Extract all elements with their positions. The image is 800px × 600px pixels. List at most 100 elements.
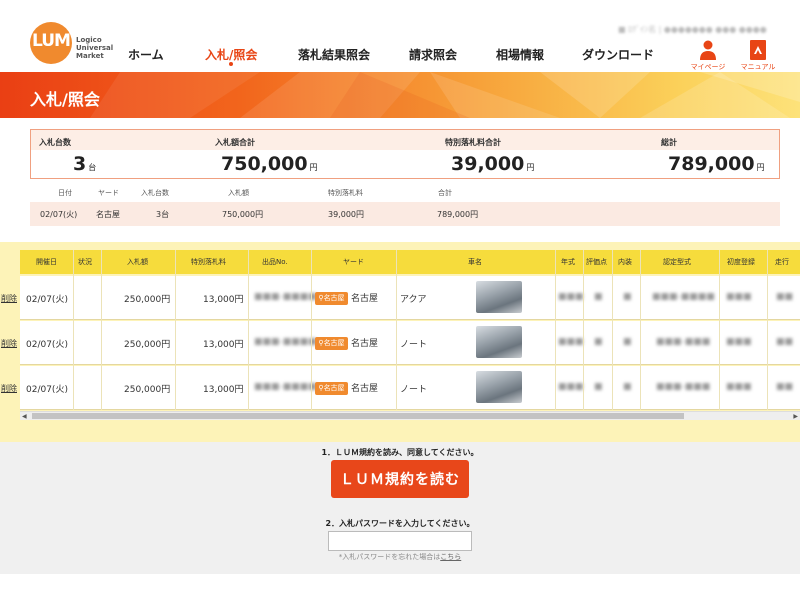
nav-download[interactable]: ダウンロード	[582, 46, 654, 63]
th-interior: 内装	[618, 258, 632, 266]
site-header: LUM Logico Universal Market ■ ﾛｸﾞｲﾝ名 | ●…	[0, 0, 800, 72]
detail-header-yard: ヤード	[98, 189, 119, 197]
row-fee: 13,000円	[203, 385, 244, 395]
th-first-reg: 初度登録	[727, 258, 755, 266]
detail-header-bid: 入札額	[228, 189, 249, 197]
summary-count-label: 入札台数	[39, 138, 71, 147]
delete-link[interactable]: 削除	[1, 338, 17, 349]
summary-count-value: 3台	[73, 153, 96, 175]
yard-badge-label: 名古屋	[323, 294, 345, 302]
scroll-left-arrow-icon[interactable]: ◀	[22, 413, 27, 420]
detail-header-total: 合計	[438, 189, 452, 197]
row-first-reg: ■■■	[726, 292, 752, 302]
yard-badge: ⚲名古屋	[315, 382, 348, 395]
page-title: 入札/照会	[30, 90, 100, 109]
row-score: ■	[594, 292, 603, 302]
step2-instruction: 2．入札パスワードを入力してください。	[325, 519, 475, 528]
row-car: ノート	[400, 340, 428, 350]
column-divider	[396, 250, 397, 410]
summary-special-total-label: 特別落札料合計	[445, 138, 501, 147]
row-date: 02/07(火)	[26, 295, 68, 305]
detail-row	[30, 202, 780, 226]
column-divider	[583, 250, 584, 410]
bid-summary: 入札台数 入札額合計 特別落札料合計 総計 3台 750,000 円 39,000…	[30, 129, 780, 179]
row-interior: ■	[623, 382, 632, 392]
row-interior: ■	[623, 292, 632, 302]
summary-bid-total-number: 750,000	[221, 153, 308, 175]
nav-market-info[interactable]: 相場情報	[496, 46, 544, 63]
detail-date: 02/07(火)	[40, 210, 78, 219]
bid-password-input[interactable]	[328, 531, 472, 551]
active-nav-indicator	[229, 62, 233, 66]
lum-logo[interactable]: LUM	[30, 22, 72, 64]
column-divider	[612, 250, 613, 410]
summary-special-total-value: 39,000 円	[451, 153, 534, 175]
scroll-right-arrow-icon[interactable]: ▶	[793, 413, 798, 420]
manual-book-icon	[750, 40, 766, 60]
manual-button[interactable]: マニュアル	[736, 40, 780, 72]
row-first-reg: ■■■	[726, 382, 752, 392]
delete-link[interactable]: 削除	[1, 293, 17, 304]
nav-bid-inquiry[interactable]: 入札/照会	[205, 46, 257, 63]
summary-special-total-number: 39,000	[451, 153, 525, 175]
row-yard: 名古屋	[351, 384, 379, 394]
detail-bid: 750,000円	[222, 210, 264, 219]
row-yard: 名古屋	[351, 339, 379, 349]
row-bid: 250,000円	[124, 385, 171, 395]
row-model: ■■■-■■■	[656, 382, 711, 392]
banner-pattern	[90, 72, 800, 118]
th-model: 認定型式	[663, 258, 691, 266]
th-year: 年式	[561, 258, 575, 266]
mypage-button[interactable]: マイページ	[686, 40, 730, 72]
row-fee: 13,000円	[203, 295, 244, 305]
nav-result-inquiry[interactable]: 落札結果照会	[298, 46, 370, 63]
logo-text-line2: Universal	[76, 44, 114, 52]
row-lot: ■■■-■■■■	[254, 382, 317, 392]
yard-badge: ⚲名古屋	[315, 292, 348, 305]
car-thumbnail[interactable]	[476, 281, 522, 313]
forgot-password-text: *入札パスワードを忘れた場合は	[338, 553, 441, 561]
summary-count-unit: 台	[88, 163, 97, 172]
row-year: ■■■	[558, 382, 584, 392]
summary-count-number: 3	[73, 153, 87, 175]
car-thumbnail[interactable]	[476, 326, 522, 358]
th-lot: 出品No.	[262, 258, 288, 266]
summary-grand-total-number: 789,000	[668, 153, 755, 175]
nav-billing-inquiry[interactable]: 請求照会	[409, 46, 457, 63]
table-horizontal-scrollbar[interactable]: ◀ ▶	[20, 411, 800, 420]
nav-home[interactable]: ホーム	[128, 46, 164, 63]
detail-header-date: 日付	[58, 189, 72, 197]
scrollbar-thumb[interactable]	[32, 413, 684, 419]
column-divider	[719, 250, 720, 410]
read-terms-button[interactable]: ＬＵＭ規約を読む	[331, 460, 469, 498]
row-mileage: ■■	[776, 292, 794, 302]
th-bid: 入札額	[127, 258, 148, 266]
column-divider	[311, 250, 312, 410]
detail-header-count: 入札台数	[141, 189, 169, 197]
column-divider	[555, 250, 556, 410]
column-divider	[175, 250, 176, 410]
yard-badge: ⚲名古屋	[315, 337, 348, 350]
row-date: 02/07(火)	[26, 340, 68, 350]
row-mileage: ■■	[776, 382, 794, 392]
forgot-password-link[interactable]: こちら	[440, 553, 461, 561]
th-status: 状況	[78, 258, 92, 266]
forgot-password-note: *入札パスワードを忘れた場合はこちら	[0, 552, 800, 562]
row-year: ■■■	[558, 337, 584, 347]
detail-special: 39,000円	[328, 210, 364, 219]
row-year: ■■■	[558, 292, 584, 302]
th-score: 評価点	[586, 258, 607, 266]
delete-link[interactable]: 削除	[1, 383, 17, 394]
step1-instruction: 1．ＬＵＭ規約を読み、同意してください。	[321, 448, 479, 457]
logo-text-line1: Logico	[76, 36, 102, 44]
car-thumbnail[interactable]	[476, 371, 522, 403]
row-bid: 250,000円	[124, 295, 171, 305]
row-first-reg: ■■■	[726, 337, 752, 347]
column-divider	[248, 250, 249, 410]
manual-label: マニュアル	[740, 63, 776, 71]
detail-yard: 名古屋	[96, 210, 120, 219]
detail-count: 3台	[156, 210, 170, 219]
user-icon	[700, 40, 716, 60]
summary-grand-total-unit: 円	[756, 163, 765, 172]
column-divider	[73, 250, 74, 410]
